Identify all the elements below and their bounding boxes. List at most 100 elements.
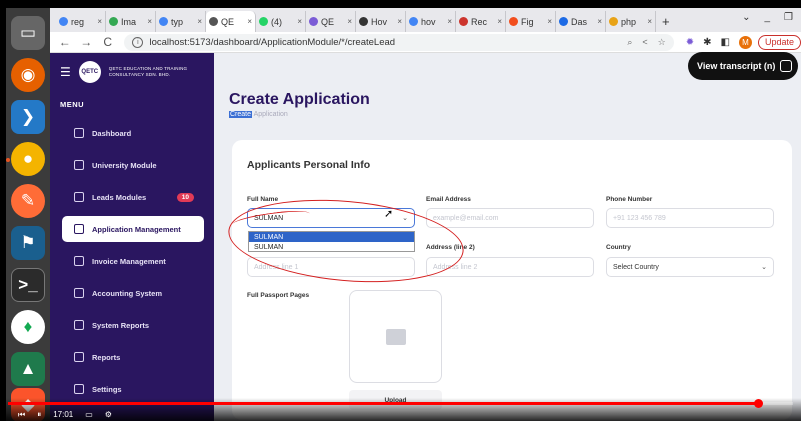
sidebar-item-label: University Module (92, 160, 157, 170)
android-studio-icon[interactable]: ▲ (11, 352, 45, 386)
files-icon[interactable]: ▭ (11, 16, 45, 50)
sidebar-item-application-management[interactable]: Application Management (62, 216, 204, 242)
window-controls: ⌄ _ ❐ (742, 12, 793, 23)
postman-icon[interactable]: ✎ (11, 184, 45, 218)
firefox-icon[interactable]: ◉ (11, 58, 45, 92)
chrome-icon[interactable]: ● (11, 142, 45, 176)
tab-close-icon[interactable]: × (597, 17, 602, 26)
tab-close-icon[interactable]: × (97, 17, 102, 26)
minimize-icon[interactable]: _ (764, 12, 770, 23)
breadcrumb-highlight[interactable]: Create (229, 111, 253, 118)
hourglass-icon (74, 192, 84, 202)
sidebar-item-system-reports[interactable]: System Reports (62, 312, 204, 338)
zoom-icon[interactable]: ⌕ (627, 37, 632, 48)
pencil-icon (609, 17, 618, 26)
settings-gear-icon[interactable]: ⚙ (105, 410, 112, 420)
tab-search-icon[interactable]: ⌄ (742, 12, 750, 23)
breadcrumb: Create Application (229, 111, 288, 118)
restore-icon[interactable]: ❐ (784, 12, 793, 23)
update-button[interactable]: Update (757, 34, 801, 50)
tab-close-icon[interactable]: × (347, 17, 352, 26)
side-panel-icon[interactable]: ◧ (721, 37, 730, 48)
tab-close-icon[interactable]: × (647, 17, 652, 26)
back-arrow-icon[interactable]: ← (58, 35, 71, 49)
play-pause-icon[interactable]: ⏸ (37, 410, 41, 420)
google-icon (159, 17, 168, 26)
browser-tab[interactable]: Das × (556, 11, 606, 32)
graduation-cap-icon (74, 160, 84, 170)
tab-close-icon[interactable]: × (247, 17, 252, 26)
terminal-icon[interactable]: >_ (11, 268, 45, 302)
browser-tab[interactable]: Rec × (456, 11, 506, 32)
video-playhead[interactable] (753, 399, 763, 408)
passport-upload-preview[interactable] (349, 290, 442, 383)
sidebar-item-accounting-system[interactable]: Accounting System (62, 280, 204, 306)
video-control-row: ⏮ ⏸ 17:01 ▭ ⚙ (18, 410, 112, 420)
address-bar[interactable]: i localhost:5173/dashboard/ApplicationMo… (124, 33, 674, 51)
tab-label: typ (171, 16, 184, 27)
sidebar-item-dashboard[interactable]: Dashboard (62, 120, 204, 146)
reload-icon[interactable]: C (101, 35, 114, 49)
google-icon (59, 17, 68, 26)
tab-close-icon[interactable]: × (147, 17, 152, 26)
extension-gear-icon[interactable]: ✹ (686, 37, 694, 48)
browser-tab[interactable]: QE × (206, 11, 256, 32)
google-icon (409, 17, 418, 26)
mysql-workbench-icon[interactable]: ⚑ (11, 226, 45, 260)
new-tab-button[interactable]: + (662, 11, 670, 32)
tab-close-icon[interactable]: × (397, 17, 402, 26)
forward-arrow-icon[interactable]: → (79, 35, 92, 49)
video-progress-fill (8, 402, 758, 405)
leads-count-badge: 10 (176, 192, 194, 202)
tab-close-icon[interactable]: × (547, 17, 552, 26)
profile-avatar[interactable]: M (738, 35, 752, 49)
tab-label: QE (221, 16, 235, 27)
chevron-down-icon: ⌄ (761, 264, 767, 271)
country-select[interactable]: Select Country ⌄ (606, 257, 774, 277)
browser-tab[interactable]: Fig × (506, 11, 556, 32)
phone-input[interactable]: +91 123 456 789 (606, 208, 774, 228)
tab-close-icon[interactable]: × (447, 17, 452, 26)
sidebar-item-leads-modules[interactable]: Leads Modules 10 (62, 184, 204, 210)
section-title: Applicants Personal Info (247, 159, 371, 171)
tab-close-icon[interactable]: × (197, 17, 202, 26)
browser-tab[interactable]: QE × (306, 11, 356, 32)
brand: ☰ QETC QETC EDUCATION AND TRAINING CONSU… (60, 61, 189, 83)
sidebar-item-university-module[interactable]: University Module (62, 152, 204, 178)
bookmark-star-icon[interactable]: ☆ (658, 37, 666, 48)
tab-close-icon[interactable]: × (297, 17, 302, 26)
browser-tab[interactable]: hov × (406, 11, 456, 32)
tab-label: QE (321, 16, 335, 27)
app-sidebar: ☰ QETC QETC EDUCATION AND TRAINING CONSU… (50, 53, 214, 421)
browser-tab[interactable]: typ × (156, 11, 206, 32)
video-progress-bar[interactable] (8, 402, 793, 405)
browser-tab[interactable]: Ima × (106, 11, 156, 32)
extensions-puzzle-icon[interactable]: ✱ (703, 37, 711, 48)
vscode-icon[interactable]: ❯ (11, 100, 45, 134)
sidebar-item-label: Settings (92, 384, 122, 394)
tab-label: Ima (121, 16, 137, 27)
email-input[interactable]: example@email.com (426, 208, 594, 228)
site-info-icon[interactable]: i (132, 36, 144, 48)
image-placeholder-icon (385, 328, 406, 345)
tab-close-icon[interactable]: × (497, 17, 502, 26)
tab-label: Rec (471, 16, 488, 27)
browser-tab[interactable]: php × (606, 11, 656, 32)
sidebar-item-reports[interactable]: Reports (62, 344, 204, 370)
full-name-label: Full Name (247, 196, 279, 203)
hamburger-menu-icon[interactable]: ☰ (60, 65, 71, 79)
view-transcript-button[interactable]: View transcript (n) (688, 52, 798, 80)
share-icon[interactable]: < (642, 37, 647, 48)
mongodb-compass-icon[interactable]: ♦ (11, 310, 45, 344)
video-time: 17:01 (53, 410, 74, 419)
tab-label: (4) (271, 16, 282, 27)
browser-tab[interactable]: Hov × (356, 11, 406, 32)
gear-icon (74, 384, 84, 394)
browser-tab[interactable]: reg × (56, 11, 106, 32)
subtitles-icon[interactable]: ▭ (85, 410, 93, 420)
sidebar-item-label: Invoice Management (92, 256, 166, 266)
sidebar-item-invoice-management[interactable]: Invoice Management (62, 248, 204, 274)
prev-icon[interactable]: ⏮ (18, 410, 25, 420)
browser-tab[interactable]: (4) × (256, 11, 306, 32)
figma-icon (509, 17, 518, 26)
